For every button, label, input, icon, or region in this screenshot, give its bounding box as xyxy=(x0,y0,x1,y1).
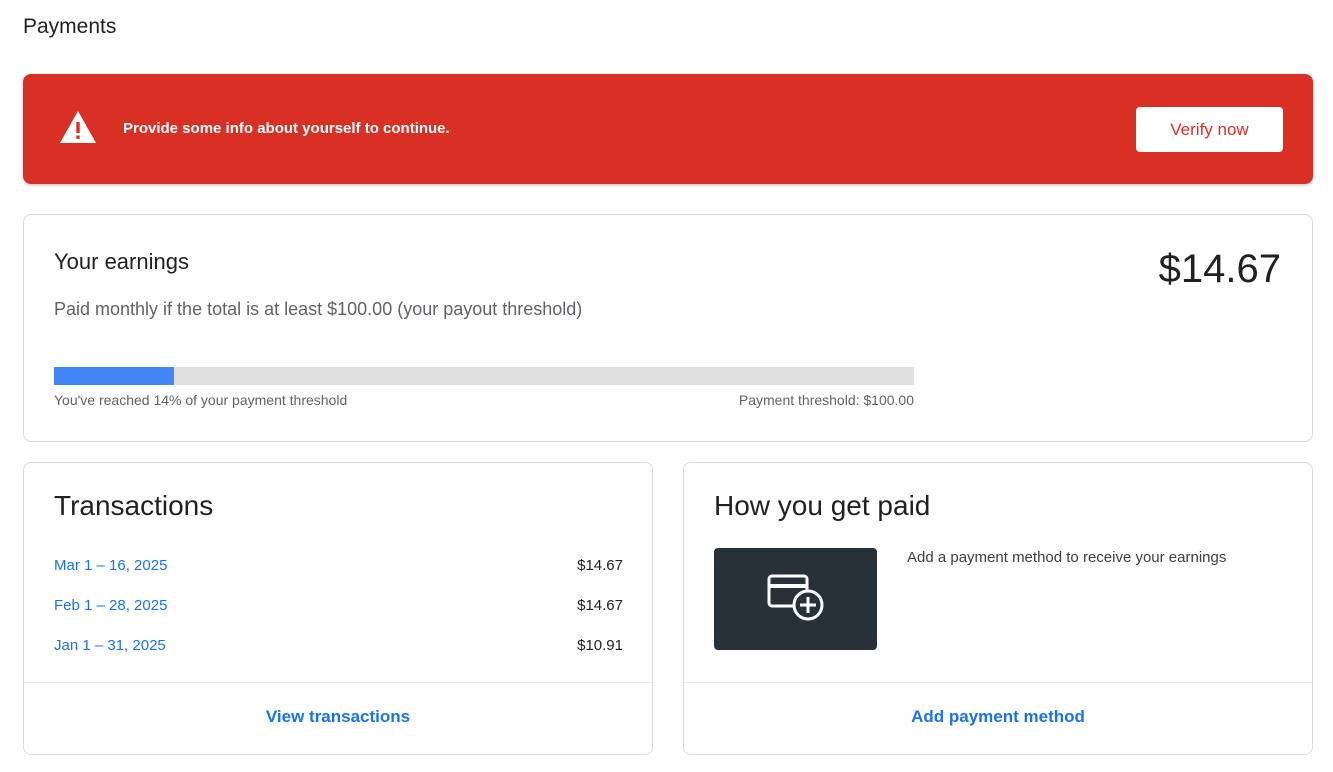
page-title: Payments xyxy=(23,15,117,38)
payment-method-tile xyxy=(714,548,877,650)
alert-message: Provide some info about yourself to cont… xyxy=(123,120,450,137)
transactions-list: Mar 1 – 16, 2025 $14.67 Feb 1 – 28, 2025… xyxy=(54,557,623,677)
threshold-label: Payment threshold: $100.00 xyxy=(738,392,914,408)
verify-now-button[interactable]: Verify now xyxy=(1136,107,1283,152)
transaction-amount: $10.91 xyxy=(577,637,623,654)
add-card-icon xyxy=(767,574,823,621)
payment-method-description: Add a payment method to receive your ear… xyxy=(907,549,1227,566)
add-payment-method-link[interactable]: Add payment method xyxy=(684,707,1312,727)
transactions-heading: Transactions xyxy=(54,490,214,521)
progress-fill xyxy=(54,367,175,385)
transaction-row: Jan 1 – 31, 2025 $10.91 xyxy=(54,637,623,677)
transaction-row: Feb 1 – 28, 2025 $14.67 xyxy=(54,597,623,637)
transaction-period-link[interactable]: Jan 1 – 31, 2025 xyxy=(54,637,166,677)
verification-alert: Provide some info about yourself to cont… xyxy=(23,74,1313,184)
transaction-row: Mar 1 – 16, 2025 $14.67 xyxy=(54,557,623,597)
view-transactions-link[interactable]: View transactions xyxy=(24,707,652,727)
payment-threshold-progress xyxy=(54,367,914,385)
warning-icon xyxy=(60,111,96,143)
progress-label: You've reached 14% of your payment thres… xyxy=(54,392,348,408)
earnings-amount: $14.67 xyxy=(1158,247,1281,291)
payment-method-heading: How you get paid xyxy=(714,490,931,521)
earnings-subtitle: Paid monthly if the total is at least $1… xyxy=(54,299,583,319)
divider xyxy=(24,682,652,683)
earnings-card: Your earnings $14.67 Paid monthly if the… xyxy=(23,214,1313,442)
transaction-period-link[interactable]: Mar 1 – 16, 2025 xyxy=(54,557,167,597)
transaction-amount: $14.67 xyxy=(577,557,623,574)
transaction-amount: $14.67 xyxy=(577,597,623,614)
divider xyxy=(684,682,1312,683)
payment-method-card: How you get paid Add a payment method to… xyxy=(683,462,1313,755)
earnings-heading: Your earnings xyxy=(54,249,189,274)
transaction-period-link[interactable]: Feb 1 – 28, 2025 xyxy=(54,597,167,637)
transactions-card: Transactions Mar 1 – 16, 2025 $14.67 Feb… xyxy=(23,462,653,755)
